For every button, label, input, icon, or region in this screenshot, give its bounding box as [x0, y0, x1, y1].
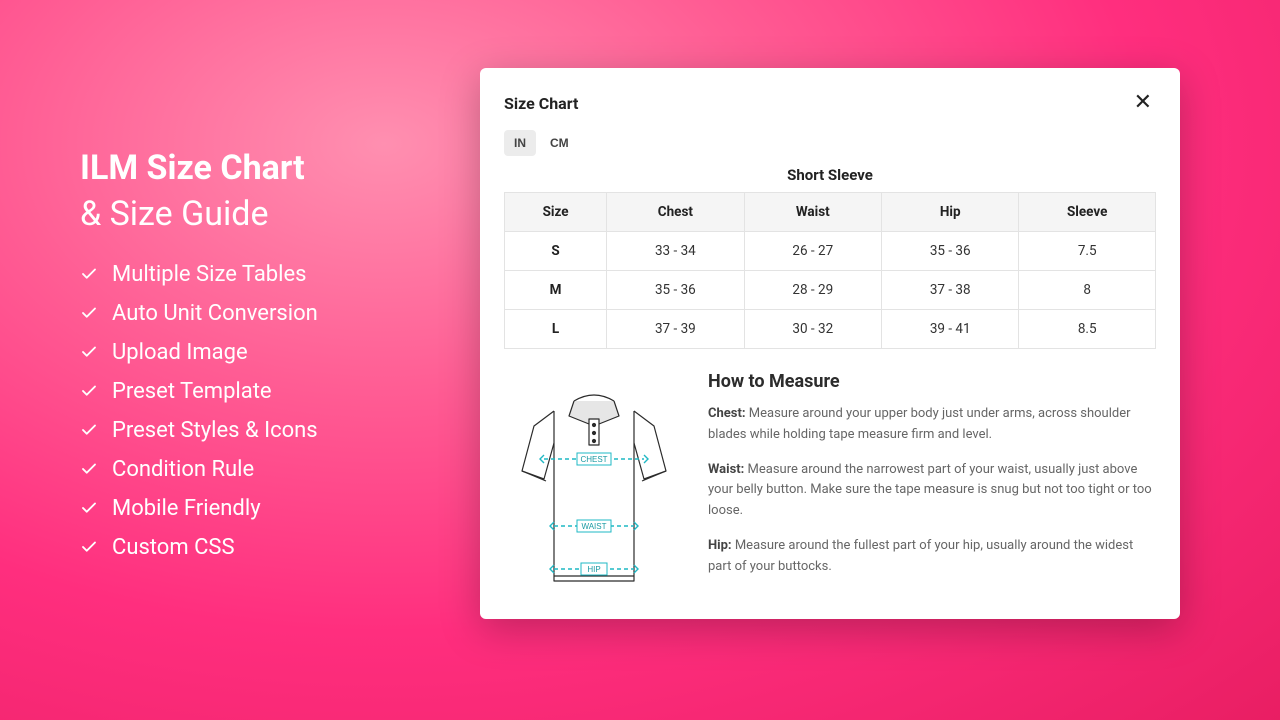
unit-tab-in[interactable]: IN: [504, 130, 536, 156]
feature-label: Multiple Size Tables: [112, 262, 307, 287]
unit-tabs: IN CM: [504, 130, 1156, 156]
feature-label: Auto Unit Conversion: [112, 301, 318, 326]
close-button[interactable]: ✕: [1130, 90, 1156, 116]
check-icon: [80, 304, 98, 322]
feature-label: Custom CSS: [112, 535, 235, 560]
check-icon: [80, 265, 98, 283]
check-icon: [80, 460, 98, 478]
table-cell: M: [505, 271, 607, 310]
feature-item: Multiple Size Tables: [80, 262, 440, 287]
size-chart-modal: Size Chart ✕ IN CM Short Sleeve SizeChes…: [480, 68, 1180, 619]
feature-label: Preset Template: [112, 379, 272, 404]
table-cell: 35 - 36: [607, 271, 744, 310]
table-title: Short Sleeve: [504, 166, 1156, 184]
table-row: S33 - 3426 - 2735 - 367.5: [505, 232, 1156, 271]
table-cell: 26 - 27: [744, 232, 881, 271]
table-row: M35 - 3628 - 2937 - 388: [505, 271, 1156, 310]
measure-waist: Waist: Measure around the narrowest part…: [708, 460, 1156, 522]
feature-label: Preset Styles & Icons: [112, 418, 318, 443]
feature-label: Condition Rule: [112, 457, 254, 482]
table-cell: 7.5: [1019, 232, 1156, 271]
table-cell: 37 - 39: [607, 310, 744, 349]
table-header-row: SizeChestWaistHipSleeve: [505, 193, 1156, 232]
feature-list: Multiple Size Tables Auto Unit Conversion…: [80, 262, 440, 560]
modal-header: Size Chart ✕: [504, 90, 1156, 116]
measure-chest: Chest: Measure around your upper body ju…: [708, 404, 1156, 446]
check-icon: [80, 382, 98, 400]
size-table: SizeChestWaistHipSleeve S33 - 3426 - 273…: [504, 192, 1156, 349]
unit-tab-cm[interactable]: CM: [540, 130, 579, 156]
table-cell: 30 - 32: [744, 310, 881, 349]
feature-item: Upload Image: [80, 340, 440, 365]
feature-label: Upload Image: [112, 340, 248, 365]
table-cell: 37 - 38: [882, 271, 1019, 310]
table-cell: S: [505, 232, 607, 271]
table-cell: 33 - 34: [607, 232, 744, 271]
modal-title: Size Chart: [504, 94, 578, 113]
measure-section: CHEST WAIST HIP How to Measure Chest: Me…: [504, 371, 1156, 595]
shirt-label-chest: CHEST: [580, 455, 607, 464]
table-cell: L: [505, 310, 607, 349]
check-icon: [80, 499, 98, 517]
shirt-diagram: CHEST WAIST HIP: [504, 371, 684, 595]
check-icon: [80, 538, 98, 556]
check-icon: [80, 421, 98, 439]
table-cell: 8.5: [1019, 310, 1156, 349]
feature-item: Condition Rule: [80, 457, 440, 482]
table-cell: 8: [1019, 271, 1156, 310]
marketing-panel: ILM Size Chart & Size Guide Multiple Siz…: [0, 146, 440, 574]
feature-item: Mobile Friendly: [80, 496, 440, 521]
feature-label: Mobile Friendly: [112, 496, 261, 521]
shirt-label-hip: HIP: [587, 565, 600, 574]
measure-hip: Hip: Measure around the fullest part of …: [708, 536, 1156, 578]
table-header-cell: Hip: [882, 193, 1019, 232]
shirt-label-waist: WAIST: [581, 522, 606, 531]
table-cell: 35 - 36: [882, 232, 1019, 271]
check-icon: [80, 343, 98, 361]
feature-item: Preset Template: [80, 379, 440, 404]
table-body: S33 - 3426 - 2735 - 367.5M35 - 3628 - 29…: [505, 232, 1156, 349]
measure-text: How to Measure Chest: Measure around you…: [708, 371, 1156, 595]
feature-item: Preset Styles & Icons: [80, 418, 440, 443]
close-icon: ✕: [1134, 90, 1152, 115]
table-header-cell: Waist: [744, 193, 881, 232]
title-line-1: ILM Size Chart: [80, 148, 305, 188]
table-header-cell: Chest: [607, 193, 744, 232]
table-header-cell: Size: [505, 193, 607, 232]
table-row: L37 - 3930 - 3239 - 418.5: [505, 310, 1156, 349]
table-cell: 28 - 29: [744, 271, 881, 310]
table-header-cell: Sleeve: [1019, 193, 1156, 232]
feature-item: Auto Unit Conversion: [80, 301, 440, 326]
measure-heading: How to Measure: [708, 371, 1156, 392]
table-cell: 39 - 41: [882, 310, 1019, 349]
feature-item: Custom CSS: [80, 535, 440, 560]
product-title: ILM Size Chart & Size Guide: [80, 146, 440, 238]
title-line-2: & Size Guide: [80, 192, 440, 238]
